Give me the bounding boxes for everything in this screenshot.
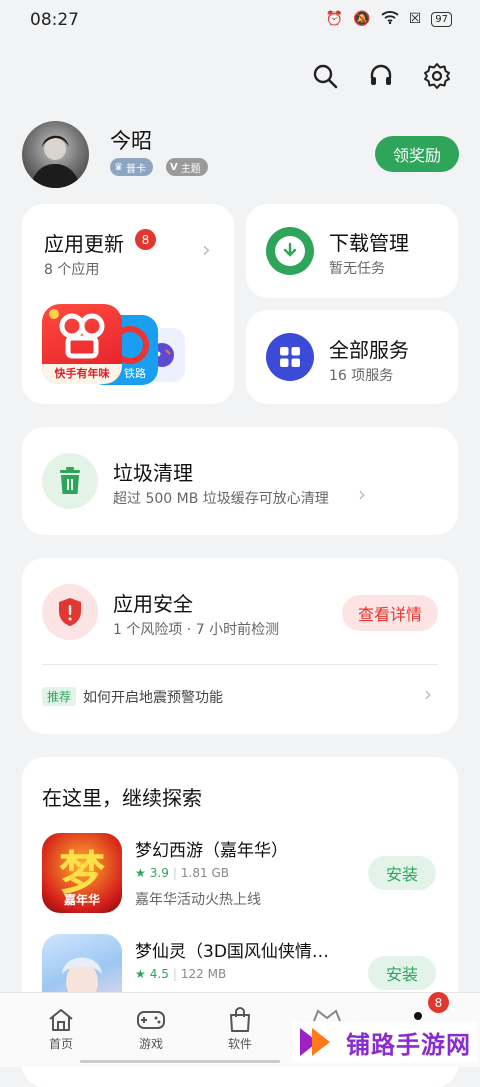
download-icon bbox=[266, 227, 314, 275]
profile-dot-icon[interactable] bbox=[414, 1012, 422, 1020]
junk-cleanup-card[interactable]: 垃圾清理 超过 500 MB 垃圾缓存可放心清理 › bbox=[22, 427, 458, 535]
no-sim-icon: ☒ bbox=[408, 11, 422, 27]
recommend-tip-link[interactable]: 如何开启地震预警功能 bbox=[83, 687, 223, 707]
nav-games[interactable]: 游戏 bbox=[116, 1005, 186, 1052]
download-manager-subtitle: 暂无任务 bbox=[329, 261, 385, 277]
cleanup-chevron-icon: › bbox=[358, 482, 366, 506]
status-time: 08:27 bbox=[30, 10, 79, 30]
claim-reward-button[interactable]: 领奖励 bbox=[375, 136, 459, 172]
nav-software-label: 软件 bbox=[227, 1037, 252, 1051]
app-name[interactable]: 梦仙灵（3D国风仙侠情… bbox=[135, 937, 329, 962]
download-manager-title: 下载管理 bbox=[329, 231, 409, 255]
home-icon bbox=[26, 1005, 96, 1035]
app-icon-menghuan[interactable]: 梦 嘉年华 bbox=[42, 833, 122, 913]
nav-software[interactable]: 软件 bbox=[205, 1005, 275, 1052]
junk-cleanup-title: 垃圾清理 bbox=[113, 461, 193, 485]
tip-chevron-icon: › bbox=[424, 682, 432, 706]
watermark-logo-icon bbox=[300, 1028, 330, 1056]
app-security-subtitle: 1 个风险项 · 7 小时前检测 bbox=[113, 622, 280, 638]
menghuan-icon-sublabel: 嘉年华 bbox=[63, 893, 100, 907]
status-icons: ⏰ 🔕 ☒ 97 bbox=[326, 10, 452, 28]
nav-notification-badge: 8 bbox=[428, 992, 449, 1013]
battery-indicator: 97 bbox=[431, 11, 452, 27]
app-name[interactable]: 梦幻西游（嘉年华） bbox=[135, 836, 288, 861]
shopping-bag-icon bbox=[205, 1005, 275, 1035]
trash-icon bbox=[42, 453, 98, 509]
grid-icon bbox=[266, 333, 314, 381]
theme-v-icon: V bbox=[170, 161, 178, 173]
mute-icon: 🔕 bbox=[353, 11, 371, 27]
username: 今昭 bbox=[110, 129, 152, 153]
gear-icon[interactable] bbox=[422, 61, 452, 91]
view-details-button[interactable]: 查看详情 bbox=[342, 595, 438, 631]
junk-cleanup-subtitle: 超过 500 MB 垃圾缓存可放心清理 bbox=[113, 491, 329, 507]
app-rating: 3.9 bbox=[149, 866, 169, 880]
theme-badge[interactable]: V 主题 bbox=[166, 158, 208, 176]
watermark-text: 铺路手游网 bbox=[346, 1030, 471, 1059]
app-meta: ★ 3.9 | 1.81 GB bbox=[135, 866, 229, 880]
all-services-card[interactable]: 全部服务 16 项服务 bbox=[246, 310, 458, 404]
membership-badge-label: 普卡 bbox=[125, 163, 146, 175]
app-security-card[interactable]: 应用安全 1 个风险项 · 7 小时前检测 查看详情 推荐 如何开启地震预警功能… bbox=[22, 558, 458, 734]
install-button[interactable]: 安装 bbox=[368, 856, 436, 890]
theme-badge-label: 主题 bbox=[180, 163, 201, 175]
install-button[interactable]: 安装 bbox=[368, 956, 436, 990]
search-icon[interactable] bbox=[310, 61, 340, 91]
gamepad-icon bbox=[116, 1005, 186, 1035]
nav-home-label: 首页 bbox=[48, 1037, 73, 1051]
app-icon-kuaishou: 快手有年味 bbox=[42, 304, 122, 384]
watermark: 铺路手游网 bbox=[292, 1022, 477, 1062]
explore-title: 在这里，继续探索 bbox=[42, 786, 202, 810]
app-security-title: 应用安全 bbox=[113, 592, 193, 616]
app-updates-title: 应用更新 bbox=[44, 232, 124, 256]
download-manager-card[interactable]: 下载管理 暂无任务 bbox=[246, 204, 458, 298]
app-description: 嘉年华活动火热上线 bbox=[135, 892, 261, 908]
app-size: 1.81 GB bbox=[180, 866, 229, 880]
kuaishou-icon-label: 快手有年味 bbox=[42, 364, 122, 384]
nav-home[interactable]: 首页 bbox=[26, 1005, 96, 1052]
app-rating: 4.5 bbox=[149, 967, 169, 981]
chevron-right-icon: › bbox=[202, 238, 211, 263]
star-icon: ★ bbox=[135, 866, 146, 880]
app-meta: ★ 4.5 | 122 MB bbox=[135, 967, 226, 981]
wifi-icon bbox=[381, 10, 399, 28]
crown-icon: ♛ bbox=[114, 161, 123, 173]
app-updates-subtitle: 8 个应用 bbox=[44, 262, 100, 278]
shield-alert-icon bbox=[42, 584, 98, 640]
meta-separator: | bbox=[172, 866, 177, 880]
all-services-subtitle: 16 项服务 bbox=[329, 368, 394, 384]
star-icon: ★ bbox=[135, 967, 146, 981]
nav-games-label: 游戏 bbox=[138, 1037, 163, 1051]
customer-service-icon[interactable] bbox=[366, 61, 396, 91]
divider bbox=[42, 664, 438, 665]
home-indicator bbox=[80, 1060, 280, 1063]
railway-icon-label: 铁路 bbox=[124, 367, 146, 380]
app-size: 122 MB bbox=[180, 967, 227, 981]
membership-badge[interactable]: ♛ 普卡 bbox=[110, 158, 153, 176]
app-updates-card[interactable]: 应用更新 8 8 个应用 › 铁路 快手有年味 bbox=[22, 204, 234, 404]
avatar[interactable] bbox=[22, 121, 89, 188]
all-services-title: 全部服务 bbox=[329, 338, 409, 362]
meta-separator: | bbox=[172, 967, 177, 981]
update-count-badge: 8 bbox=[135, 229, 156, 250]
alarm-icon: ⏰ bbox=[325, 11, 344, 27]
recommend-tag: 推荐 bbox=[42, 687, 77, 706]
